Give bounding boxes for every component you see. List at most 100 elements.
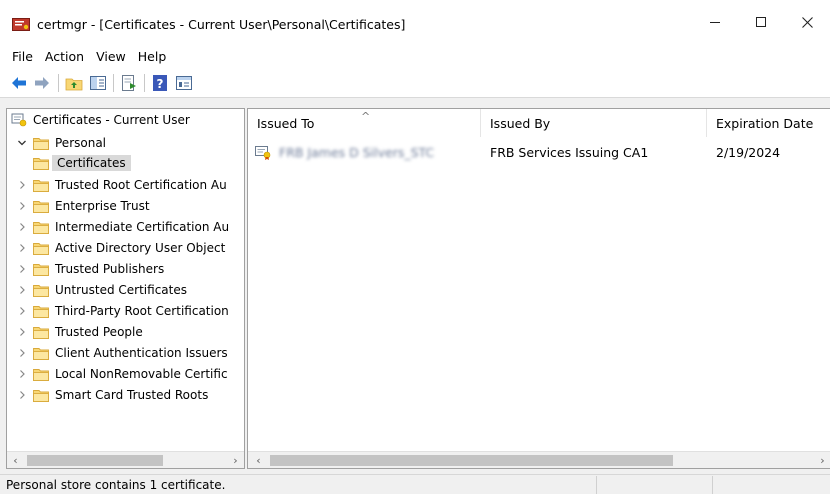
folder-icon — [33, 326, 49, 339]
console-tree: Certificates - Current User Personal Cert… — [6, 108, 245, 469]
up-folder-icon[interactable] — [64, 73, 84, 93]
chevron-right-icon[interactable] — [17, 306, 27, 316]
menu-help[interactable]: Help — [132, 49, 173, 64]
chevron-right-icon[interactable] — [17, 222, 27, 232]
folder-icon — [33, 221, 49, 234]
chevron-right-icon[interactable] — [17, 264, 27, 274]
list-scroll-thumb[interactable] — [270, 455, 673, 466]
tree-item[interactable]: Certificates — [33, 153, 131, 173]
folder-icon — [33, 179, 49, 192]
folder-icon — [33, 263, 49, 276]
toolbar: ? — [0, 68, 830, 98]
chevron-right-icon[interactable] — [17, 243, 27, 253]
folder-icon — [33, 157, 49, 170]
certificate-store-icon — [11, 113, 27, 127]
tree-item[interactable]: Trusted Publishers — [17, 259, 164, 279]
certificate-list: Issued To ^ Issued By Expiration Date FR… — [247, 108, 830, 469]
menu-bar: File Action View Help — [0, 44, 830, 68]
column-issued-by-label: Issued By — [490, 115, 551, 131]
tree-item-label: Smart Card Trusted Roots — [55, 388, 209, 402]
column-header-issued-to[interactable]: Issued To ^ — [248, 109, 481, 137]
help-icon[interactable]: ? — [150, 73, 170, 93]
tree-item[interactable]: Untrusted Certificates — [17, 280, 187, 300]
tree-item[interactable]: Smart Card Trusted Roots — [17, 385, 208, 405]
column-issued-to-label: Issued To — [257, 115, 315, 131]
folder-icon — [33, 347, 49, 360]
menu-view[interactable]: View — [90, 49, 132, 64]
properties-icon[interactable] — [174, 73, 194, 93]
menu-file[interactable]: File — [6, 49, 39, 64]
status-bar: Personal store contains 1 certificate. — [0, 474, 830, 494]
chevron-right-icon[interactable] — [17, 369, 27, 379]
tree-item-label: Untrusted Certificates — [55, 283, 187, 297]
show-hide-tree-icon[interactable] — [88, 73, 108, 93]
chevron-right-icon[interactable] — [17, 327, 27, 337]
chevron-right-icon[interactable] — [17, 285, 27, 295]
chevron-right-icon[interactable] — [17, 390, 27, 400]
sort-ascending-icon: ^ — [361, 110, 371, 123]
column-header-issued-by[interactable]: Issued By — [481, 109, 707, 137]
menu-action[interactable]: Action — [39, 49, 90, 64]
tree-item-label: Trusted People — [55, 325, 143, 339]
forward-arrow-icon[interactable] — [32, 73, 52, 93]
issued-to-cell: FRB James D Silvers_STC — [255, 142, 434, 162]
tree-item-label: Third-Party Root Certification — [55, 304, 229, 318]
certificate-manager-icon — [12, 18, 30, 31]
svg-text:?: ? — [157, 77, 164, 91]
tree-scroll-thumb[interactable] — [27, 455, 163, 466]
close-icon — [801, 16, 813, 28]
title-bar: certmgr - [Certificates - Current User\P… — [0, 0, 830, 44]
export-list-icon[interactable] — [119, 73, 139, 93]
tree-item[interactable]: Third-Party Root Certification — [17, 301, 229, 321]
chevron-right-icon[interactable] — [17, 348, 27, 358]
tree-item[interactable]: Personal — [17, 133, 106, 153]
column-header-expiration[interactable]: Expiration Date — [707, 109, 830, 137]
scroll-right-icon[interactable]: › — [227, 452, 244, 468]
folder-icon — [33, 242, 49, 255]
status-text: Personal store contains 1 certificate. — [6, 478, 226, 492]
tree-item[interactable]: Local NonRemovable Certific — [17, 364, 228, 384]
maximize-icon — [756, 17, 766, 27]
scroll-right-icon[interactable]: › — [814, 452, 830, 468]
folder-icon — [33, 137, 49, 150]
tree-item[interactable]: Active Directory User Object — [17, 238, 225, 258]
tree-root-label: Certificates - Current User — [33, 113, 190, 127]
window-title: certmgr - [Certificates - Current User\P… — [37, 17, 406, 32]
chevron-right-icon[interactable] — [17, 201, 27, 211]
folder-icon — [33, 368, 49, 381]
issued-to-value: FRB James D Silvers_STC — [279, 144, 435, 160]
tree-item-label: Certificates — [52, 155, 131, 171]
tree-item[interactable]: Intermediate Certification Au — [17, 217, 229, 237]
certificate-icon — [255, 145, 271, 160]
tree-item[interactable]: Client Authentication Issuers — [17, 343, 228, 363]
expiration-cell: 2/19/2024 — [716, 142, 780, 162]
tree-item-label: Trusted Root Certification Au — [55, 178, 227, 192]
issued-by-cell: FRB Services Issuing CA1 — [490, 142, 648, 162]
back-arrow-icon[interactable] — [9, 73, 29, 93]
table-row[interactable]: FRB James D Silvers_STC FRB Services Iss… — [248, 142, 830, 162]
tree-item-label: Enterprise Trust — [55, 199, 150, 213]
tree-item-label: Intermediate Certification Au — [55, 220, 230, 234]
tree-item-label: Personal — [55, 136, 107, 150]
minimize-icon — [710, 21, 720, 23]
close-button[interactable] — [784, 0, 830, 44]
tree-item-label: Client Authentication Issuers — [55, 346, 228, 360]
folder-icon — [33, 305, 49, 318]
tree-item[interactable]: Trusted People — [17, 322, 143, 342]
chevron-down-icon[interactable] — [17, 138, 27, 148]
tree-item[interactable]: Trusted Root Certification Au — [17, 175, 227, 195]
tree-horizontal-scrollbar[interactable]: ‹ › — [7, 451, 244, 468]
list-horizontal-scrollbar[interactable]: ‹ › — [248, 451, 830, 468]
minimize-button[interactable] — [692, 0, 738, 44]
folder-icon — [33, 200, 49, 213]
scroll-left-icon[interactable]: ‹ — [7, 452, 24, 468]
tree-root[interactable]: Certificates - Current User — [11, 110, 190, 130]
scroll-left-icon[interactable]: ‹ — [250, 452, 267, 468]
chevron-right-icon[interactable] — [17, 180, 27, 190]
tree-item[interactable]: Enterprise Trust — [17, 196, 150, 216]
tree-item-label: Trusted Publishers — [55, 262, 165, 276]
tree-item-label: Local NonRemovable Certific — [55, 367, 228, 381]
expiration-value: 2/19/2024 — [716, 144, 781, 160]
maximize-button[interactable] — [738, 0, 784, 44]
column-expiration-label: Expiration Date — [716, 115, 814, 131]
